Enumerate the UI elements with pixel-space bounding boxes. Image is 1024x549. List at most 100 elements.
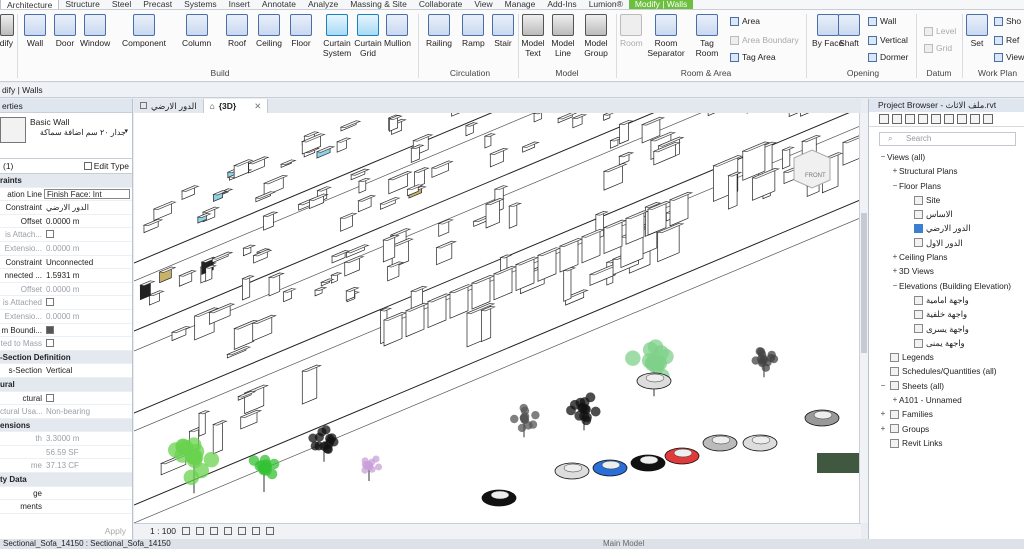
ribbon-tab[interactable]: Architecture	[0, 0, 60, 10]
browser-tree-item[interactable]: + A101 - Unnamed	[879, 393, 1024, 407]
browser-tree-item[interactable]: − Floor Plans	[879, 179, 1024, 193]
ribbon-tab[interactable]: Structure	[59, 0, 106, 9]
3d-view-canvas[interactable]: FRONT	[134, 113, 859, 523]
view-tab-ground-floor[interactable]: الدور الارضي	[134, 99, 204, 113]
expand-icon[interactable]: +	[879, 422, 887, 436]
mullion-button[interactable]: Mullion	[384, 14, 411, 48]
render-icon[interactable]	[238, 527, 246, 535]
expand-icon[interactable]: +	[879, 407, 887, 421]
toolbar-button-icon[interactable]	[944, 114, 954, 124]
curtain-grid-button[interactable]: Curtain Grid	[354, 14, 382, 58]
ribbon-tab[interactable]: Steel	[106, 0, 137, 9]
browser-tree-item[interactable]: Site	[879, 193, 1024, 207]
toolbar-button-icon[interactable]	[931, 114, 941, 124]
property-row[interactable]: ted to Mass	[0, 337, 132, 351]
model-line-button[interactable]: Model Line	[550, 14, 576, 58]
browser-tree-item[interactable]: − Views (all)	[879, 150, 1024, 164]
area-button[interactable]: Area	[730, 16, 760, 26]
property-value[interactable]: 0.0000 m	[44, 310, 132, 323]
browser-search-input[interactable]: ⌕ Search	[879, 132, 1016, 146]
modify-button[interactable]: odify	[0, 14, 14, 48]
level-button[interactable]: Level	[924, 26, 956, 36]
detail-level-icon[interactable]	[182, 527, 190, 535]
vertical-opening-button[interactable]: Vertical	[868, 35, 908, 45]
view-tab-3d[interactable]: ⌂ {3D} ✕	[203, 99, 269, 113]
door-button[interactable]: Door	[54, 14, 76, 48]
collapse-icon[interactable]: −	[879, 150, 887, 164]
browser-tree-item[interactable]: + Groups	[879, 422, 1024, 436]
property-checkbox[interactable]	[44, 296, 132, 309]
toolbar-button-icon[interactable]	[957, 114, 967, 124]
property-value[interactable]: الدور الارضي	[44, 201, 132, 214]
room-separator-button[interactable]: Room Separator	[646, 14, 686, 58]
wall-button[interactable]: Wall	[24, 14, 46, 48]
ref-plane-button[interactable]: Ref	[994, 35, 1019, 45]
property-group-header[interactable]: -Section Definition	[0, 350, 132, 365]
property-group-header[interactable]: ural	[0, 377, 132, 392]
browser-tree-item[interactable]: واجهة يسرى	[879, 322, 1024, 336]
tag-room-button[interactable]: Tag Room	[694, 14, 720, 58]
shaft-button[interactable]: Shaft	[838, 14, 860, 48]
ribbon-tab[interactable]: Annotate	[256, 0, 302, 9]
instance-filter[interactable]: (1) Edit Type	[0, 159, 132, 174]
ribbon-tab[interactable]: Precast	[137, 0, 178, 9]
roof-button[interactable]: Roof	[226, 14, 248, 48]
ribbon-tab[interactable]: Manage	[499, 0, 542, 9]
apply-button[interactable]: Apply	[105, 526, 126, 536]
browser-tree-item[interactable]: + Families	[879, 407, 1024, 421]
show-workplane-button[interactable]: Sho	[994, 16, 1021, 26]
visual-style-icon[interactable]	[196, 527, 204, 535]
model-text-button[interactable]: Model Text	[520, 14, 546, 58]
vertical-scrollbar[interactable]	[859, 113, 868, 523]
browser-tree-item[interactable]: واجهة امامية	[879, 293, 1024, 307]
component-button[interactable]: Component	[122, 14, 166, 48]
curtain-system-button[interactable]: Curtain System	[322, 14, 352, 58]
property-value[interactable]: 1.5931 m	[44, 269, 132, 282]
dormer-button[interactable]: Dormer	[868, 52, 908, 62]
temporary-hide-icon[interactable]	[266, 527, 274, 535]
property-value[interactable]: 0.0000 m	[44, 242, 132, 255]
property-row[interactable]: Constraint الدور الارضي	[0, 201, 132, 215]
crop-view-icon[interactable]	[252, 527, 260, 535]
expand-icon[interactable]: +	[891, 264, 899, 278]
floor-button[interactable]: Floor	[290, 14, 312, 48]
ribbon-tab[interactable]: Lumion®	[583, 0, 629, 9]
browser-tree-item[interactable]: +3D Views	[879, 264, 1024, 278]
ribbon-tab[interactable]: Systems	[178, 0, 223, 9]
toolbar-button-icon[interactable]	[905, 114, 915, 124]
type-selector[interactable]: Basic Wall جدار ٢٠ سم اضافة سماكة ▾	[0, 113, 132, 159]
set-button[interactable]: Set	[966, 14, 988, 48]
toolbar-button-icon[interactable]	[970, 114, 980, 124]
property-row[interactable]: s-Section Vertical	[0, 364, 132, 378]
viewcube[interactable]	[793, 149, 831, 189]
property-group-header[interactable]: raints	[0, 174, 132, 188]
property-row[interactable]: ctural	[0, 392, 132, 406]
property-value[interactable]	[44, 487, 132, 500]
property-value[interactable]: 0.0000 m	[44, 283, 132, 296]
property-value[interactable]: 56.59 SF	[44, 446, 132, 459]
property-value[interactable]: Unconnected	[44, 256, 132, 269]
property-value[interactable]: Vertical	[44, 364, 132, 377]
collapse-icon[interactable]: −	[891, 279, 899, 293]
property-row[interactable]: th 3.3000 m	[0, 432, 132, 446]
checkbox[interactable]	[46, 339, 54, 348]
property-row[interactable]: Constraint Unconnected	[0, 256, 132, 270]
property-group-header[interactable]: ensions	[0, 418, 132, 433]
browser-tree-item[interactable]: + Ceiling Plans	[879, 250, 1024, 264]
property-row[interactable]: ctural Usa... Non-bearing	[0, 405, 132, 419]
property-row[interactable]: is Attach...	[0, 228, 132, 242]
property-row[interactable]: 56.59 SF	[0, 446, 132, 460]
property-value[interactable]: 37.13 CF	[44, 459, 132, 472]
ribbon-tab[interactable]: Analyze	[302, 0, 344, 9]
viewer-button[interactable]: View	[994, 52, 1024, 62]
property-row[interactable]: nnected ... 1.5931 m	[0, 269, 132, 283]
checkbox[interactable]	[46, 393, 54, 402]
property-row[interactable]: me 37.13 CF	[0, 459, 132, 474]
wall-opening-button[interactable]: Wall	[868, 16, 896, 26]
property-value[interactable]: Finish Face: Int	[44, 188, 130, 200]
property-value[interactable]: Non-bearing	[44, 405, 132, 418]
tag-area-button[interactable]: Tag Area	[730, 52, 776, 62]
browser-tree-item[interactable]: Revit Links	[879, 436, 1024, 450]
toolbar-button-icon[interactable]	[892, 114, 902, 124]
ribbon-tab[interactable]: Collaborate	[413, 0, 468, 9]
